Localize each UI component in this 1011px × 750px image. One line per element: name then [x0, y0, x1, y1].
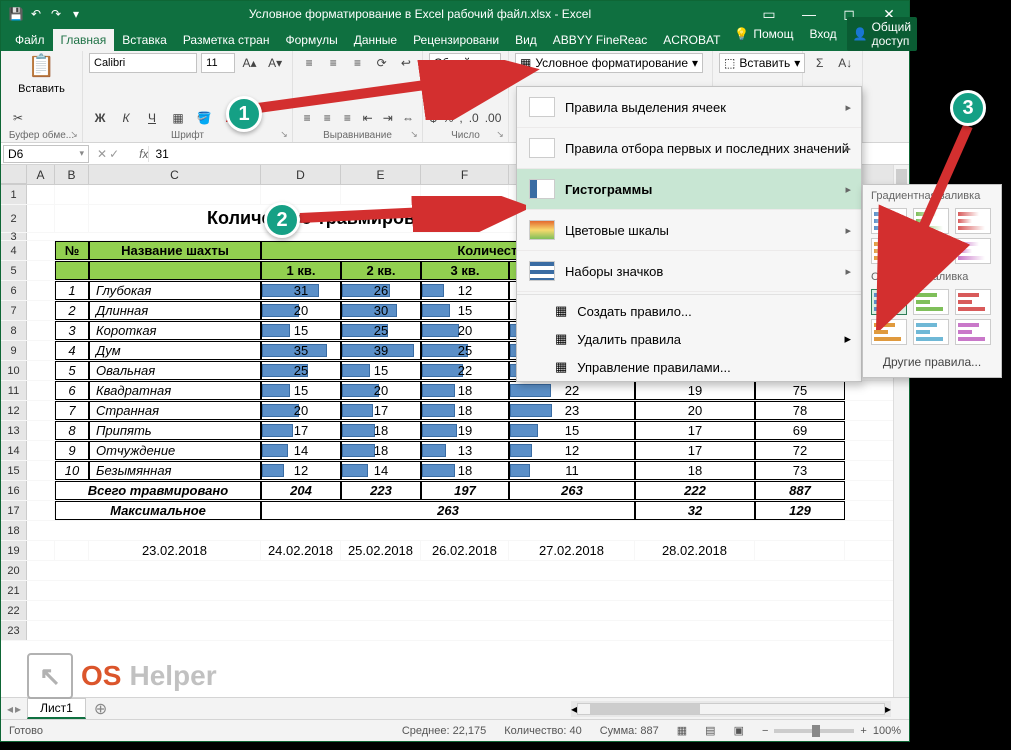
underline-button[interactable]: Ч	[141, 108, 163, 128]
save-icon[interactable]: 💾	[7, 5, 25, 23]
watermark: ↖ OSHelper	[27, 653, 217, 699]
view-layout-icon[interactable]: ▤	[705, 724, 715, 737]
menu-new-rule[interactable]: ▦ Создать правило...	[517, 297, 861, 325]
number-launcher-icon[interactable]: ↘	[494, 128, 506, 140]
share-button[interactable]: 👤 Общий доступ	[847, 17, 917, 51]
sign-in[interactable]: Вход	[803, 24, 842, 44]
sheet-nav-next-icon[interactable]: ▸	[15, 702, 21, 716]
font-size-select[interactable]: 11	[201, 53, 235, 73]
tab-data[interactable]: Данные	[346, 29, 405, 51]
annotation-arrow-2	[296, 196, 526, 232]
tab-page-layout[interactable]: Разметка стран	[175, 29, 278, 51]
annotation-badge-1: 1	[226, 96, 262, 132]
font-name-select[interactable]: Calibri	[89, 53, 197, 73]
gallery-more-rules[interactable]: Другие правила...	[863, 347, 1001, 371]
tab-formulas[interactable]: Формулы	[277, 29, 345, 51]
annotation-arrow-1	[250, 60, 540, 120]
fx-cancel-icon[interactable]: ✕	[97, 147, 107, 161]
menu-color-scales[interactable]: Цветовые шкалы▸	[517, 210, 861, 251]
sheet-nav-prev-icon[interactable]: ◂	[7, 702, 13, 716]
zoom-level[interactable]: 100%	[873, 725, 901, 737]
align-launcher-icon[interactable]: ↘	[408, 128, 420, 140]
select-all-triangle[interactable]	[1, 165, 27, 184]
col-header[interactable]: E	[341, 165, 421, 184]
tab-insert[interactable]: Вставка	[114, 29, 175, 51]
annotation-badge-2: 2	[264, 202, 300, 238]
insert-cells-button[interactable]: ⬚ Вставить ▾	[719, 53, 805, 73]
conditional-formatting-button[interactable]: ▦ Условное форматирование ▾	[515, 53, 703, 73]
borders-icon[interactable]: ▦	[167, 108, 189, 128]
tab-acrobat[interactable]: ACROBAT	[655, 29, 728, 51]
qat-customize-icon[interactable]: ▾	[67, 5, 85, 23]
tell-me[interactable]: 💡 Помощ	[728, 24, 799, 44]
col-header[interactable]: F	[421, 165, 509, 184]
zoom-in-icon[interactable]: +	[860, 725, 866, 737]
tab-home[interactable]: Главная	[53, 29, 115, 51]
font-launcher-icon[interactable]: ↘	[278, 128, 290, 140]
cursor-icon: ↖	[27, 653, 73, 699]
window-title: Условное форматирование в Excel рабочий …	[91, 7, 749, 21]
col-header[interactable]: A	[27, 165, 55, 184]
new-sheet-icon[interactable]: ⊕	[86, 699, 115, 719]
sheet-tab-bar: ◂ ▸ Лист1 ⊕ ◂▸	[1, 697, 909, 719]
fill-color-icon[interactable]: 🪣	[193, 108, 215, 128]
annotation-badge-3: 3	[950, 90, 986, 126]
bold-button[interactable]: Ж	[89, 108, 111, 128]
menu-manage-rules[interactable]: ▦ Управление правилами...	[517, 353, 861, 381]
clipboard-launcher-icon[interactable]: ↘	[68, 128, 80, 140]
fx-accept-icon[interactable]: ✓	[109, 147, 119, 161]
tab-review[interactable]: Рецензировани	[405, 29, 507, 51]
cut-icon[interactable]: ✂	[7, 108, 29, 128]
tab-abbyy[interactable]: ABBYY FineReac	[545, 29, 656, 51]
menu-data-bars[interactable]: Гистограммы▸	[517, 169, 861, 210]
undo-icon[interactable]: ↶	[27, 5, 45, 23]
name-box[interactable]: D6▾	[3, 145, 89, 163]
status-ready: Готово	[9, 725, 43, 737]
ribbon-tabs: Файл Главная Вставка Разметка стран Форм…	[1, 27, 909, 51]
view-normal-icon[interactable]: ▦	[677, 724, 687, 737]
redo-icon[interactable]: ↷	[47, 5, 65, 23]
sort-filter-icon[interactable]: A↓	[835, 53, 857, 73]
horizontal-scrollbar[interactable]: ◂▸	[571, 701, 891, 717]
italic-button[interactable]: К	[115, 108, 137, 128]
annotation-arrow-3	[870, 120, 980, 330]
zoom-out-icon[interactable]: −	[762, 725, 768, 737]
view-break-icon[interactable]: ▣	[734, 724, 744, 737]
sheet-tab[interactable]: Лист1	[27, 698, 86, 719]
col-header[interactable]: B	[55, 165, 89, 184]
menu-highlight-rules[interactable]: Правила выделения ячеек▸	[517, 87, 861, 128]
menu-clear-rules[interactable]: ▦ Удалить правила▸	[517, 325, 861, 353]
col-header[interactable]: D	[261, 165, 341, 184]
fx-icon[interactable]: fx	[125, 147, 148, 161]
menu-icon-sets[interactable]: Наборы значков▸	[517, 251, 861, 292]
autosum-icon[interactable]: Σ	[809, 53, 831, 73]
col-header[interactable]: C	[89, 165, 261, 184]
status-bar: Готово Среднее: 22,175 Количество: 40 Су…	[1, 719, 909, 741]
zoom-slider[interactable]	[774, 729, 854, 733]
paste-icon[interactable]: 📋	[28, 53, 55, 79]
menu-top-bottom-rules[interactable]: Правила отбора первых и последних значен…	[517, 128, 861, 169]
conditional-formatting-menu: Правила выделения ячеек▸ Правила отбора …	[516, 86, 862, 382]
tab-view[interactable]: Вид	[507, 29, 545, 51]
tab-file[interactable]: Файл	[7, 29, 53, 51]
